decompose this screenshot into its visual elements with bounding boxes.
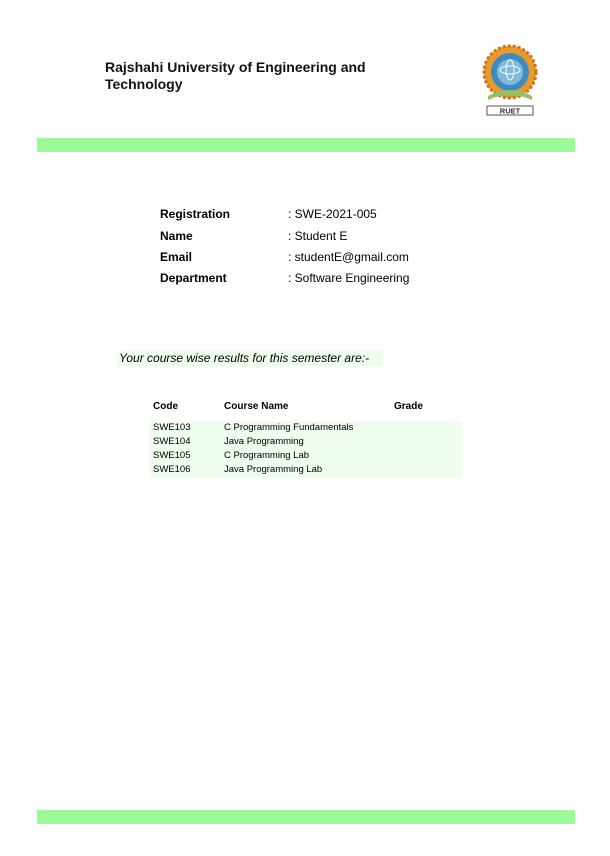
name-label: Name xyxy=(160,229,193,243)
department-label: Department xyxy=(160,271,227,285)
logo-text: RUET xyxy=(500,107,521,116)
course-code: SWE106 xyxy=(153,464,191,475)
university-name: Rajshahi University of Engineering and T… xyxy=(105,59,366,92)
header-course-name: Course Name xyxy=(224,401,289,412)
table-header: Code Course Name Grade xyxy=(150,401,462,421)
ruet-logo-icon: RUET xyxy=(482,44,538,116)
course-name: C Programming Lab xyxy=(224,450,310,461)
table-row: SWE106 Java Programming Lab xyxy=(150,463,462,477)
results-message: Your course wise results for this semest… xyxy=(117,350,383,366)
bottom-band xyxy=(37,810,575,824)
name-value: : Student E xyxy=(288,229,348,243)
registration-value: : SWE-2021-005 xyxy=(288,207,377,221)
course-code: SWE103 xyxy=(153,422,191,433)
course-name: Java Programming xyxy=(224,436,304,447)
course-name: Java Programming Lab xyxy=(224,464,323,475)
email-value: : studentE@gmail.com xyxy=(288,250,409,264)
top-band xyxy=(37,138,575,152)
name-row: Name : Student E xyxy=(160,229,480,251)
course-code: SWE104 xyxy=(153,436,191,447)
registration-label: Registration xyxy=(160,207,231,221)
course-code: SWE105 xyxy=(153,450,191,461)
table-row: SWE104 Java Programming xyxy=(150,435,462,449)
table-row: SWE103 C Programming Fundamentals xyxy=(150,421,462,435)
table-row: SWE105 C Programming Lab xyxy=(150,449,462,463)
department-value: : Software Engineering xyxy=(288,271,410,285)
course-name: C Programming Fundamentals xyxy=(224,422,354,433)
course-table: Code Course Name Grade SWE103 C Programm… xyxy=(150,401,462,477)
email-row: Email : studentE@gmail.com xyxy=(160,250,480,271)
department-row: Department : Software Engineering xyxy=(160,271,480,292)
email-label: Email xyxy=(160,250,193,264)
table-body: SWE103 C Programming Fundamentals SWE104… xyxy=(150,421,462,477)
header-code: Code xyxy=(153,401,178,412)
student-info: Registration : SWE-2021-005 Name : Stude… xyxy=(160,207,480,292)
registration-row: Registration : SWE-2021-005 xyxy=(160,207,480,228)
header-grade: Grade xyxy=(394,401,423,412)
